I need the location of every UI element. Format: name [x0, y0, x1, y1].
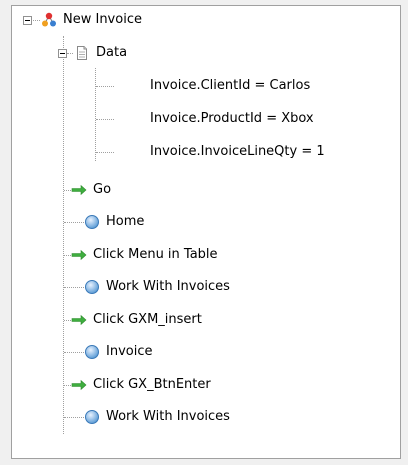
collapse-toggle-root[interactable] [23, 16, 32, 25]
tree-node-step[interactable]: Work With Invoices [84, 408, 230, 426]
tree-node-step[interactable]: Click GXM_insert [71, 311, 202, 329]
tree-line [63, 36, 64, 434]
tree-line [96, 86, 114, 87]
blue-circle-icon [84, 279, 100, 295]
document-icon [74, 45, 90, 61]
tree-line [64, 222, 84, 223]
tree-line [64, 190, 71, 191]
data-item[interactable]: Invoice.ClientId = Carlos [150, 77, 310, 95]
tree-node-step[interactable]: Click GX_BtnEnter [71, 376, 211, 394]
tree-line [67, 53, 73, 54]
tree-node-step[interactable]: Invoice [84, 343, 152, 361]
tree-node-root[interactable]: New Invoice [41, 11, 142, 29]
tree-line [96, 152, 114, 153]
tree-node-label: New Invoice [63, 12, 142, 27]
tree-node-label: Invoice [106, 344, 153, 359]
tree-line [64, 255, 71, 256]
tree-node-step[interactable]: Click Menu in Table [71, 246, 218, 264]
tree-node-label: Home [106, 214, 145, 229]
tree-line [64, 320, 71, 321]
tree-node-step[interactable]: Work With Invoices [84, 278, 230, 296]
green-arrow-icon [71, 182, 87, 198]
tree-node-label: Work With Invoices [106, 409, 230, 424]
tree-node-label: Work With Invoices [106, 279, 230, 294]
data-item[interactable]: Invoice.ProductId = Xbox [150, 110, 314, 128]
blue-circle-icon [84, 344, 100, 360]
green-arrow-icon [71, 377, 87, 393]
tree-line [96, 119, 114, 120]
tree-view: New Invoice Data Invoice.ClientId = Carl… [12, 6, 400, 458]
tree-line [64, 385, 71, 386]
tree-node-label: Data [96, 45, 128, 60]
green-arrow-icon [71, 247, 87, 263]
tree-node-step[interactable]: Go [71, 181, 111, 199]
tree-node-label: Click Menu in Table [93, 247, 218, 262]
blue-circle-icon [84, 409, 100, 425]
tree-line [64, 287, 84, 288]
tree-line [95, 68, 96, 161]
tree-node-label: Click GXM_insert [93, 312, 202, 327]
collapse-toggle-data[interactable] [58, 49, 67, 58]
tree-panel: New Invoice Data Invoice.ClientId = Carl… [11, 5, 401, 459]
tree-node-label: Go [93, 182, 112, 197]
flowchart-icon [41, 12, 57, 28]
tree-node-label: Click GX_BtnEnter [93, 377, 211, 392]
green-arrow-icon [71, 312, 87, 328]
data-item[interactable]: Invoice.InvoiceLineQty = 1 [150, 143, 325, 161]
blue-circle-icon [84, 214, 100, 230]
tree-line [64, 352, 84, 353]
tree-line [33, 20, 40, 21]
tree-line [64, 417, 84, 418]
tree-node-data[interactable]: Data [74, 44, 127, 62]
tree-node-step[interactable]: Home [84, 213, 144, 231]
